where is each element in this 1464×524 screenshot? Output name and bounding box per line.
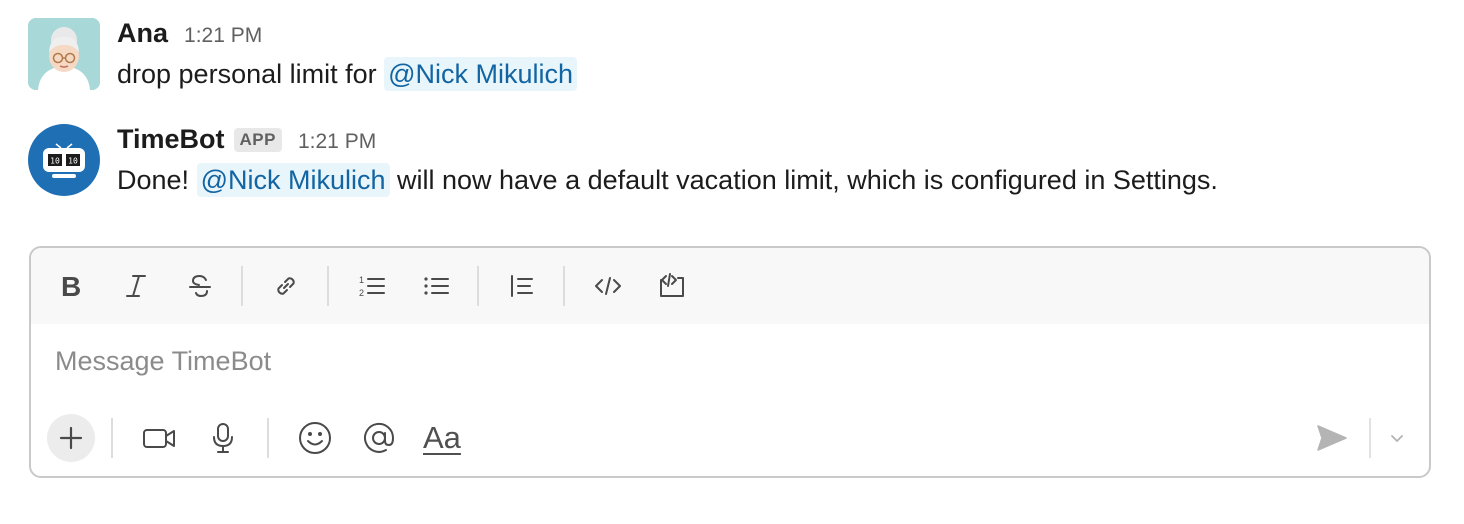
svg-text:10: 10 xyxy=(68,157,78,166)
formatting-button[interactable]: Aa xyxy=(423,418,461,458)
bulleted-list-button[interactable] xyxy=(417,267,455,305)
user-mention[interactable]: @Nick Mikulich xyxy=(196,163,390,197)
bold-button[interactable]: B xyxy=(53,267,91,305)
chevron-down-icon xyxy=(1391,435,1403,442)
emoji-icon xyxy=(299,422,331,454)
microphone-icon xyxy=(213,423,233,453)
strikethrough-button[interactable] xyxy=(181,267,219,305)
app-badge: APP xyxy=(233,128,282,152)
formatting-toolbar: B 12 xyxy=(31,248,1429,324)
video-button[interactable] xyxy=(139,418,179,458)
code-icon xyxy=(595,277,621,295)
italic-icon xyxy=(126,275,146,297)
toolbar-divider xyxy=(267,418,269,458)
send-icon xyxy=(1317,425,1347,451)
message-input[interactable]: Message TimeBot xyxy=(55,346,271,377)
message-text-before: drop personal limit for xyxy=(117,59,385,89)
code-button[interactable] xyxy=(589,267,627,305)
svg-text:10: 10 xyxy=(50,157,60,166)
sender-name[interactable]: Ana xyxy=(117,18,168,49)
attach-button[interactable] xyxy=(47,414,95,462)
bulleted-list-icon xyxy=(424,277,449,295)
message-text: Done! @Nick Mikulich will now have a def… xyxy=(117,158,1218,202)
message-text-after: will now have a default vacation limit, … xyxy=(389,165,1218,195)
code-block-icon xyxy=(660,273,684,297)
toolbar-divider xyxy=(241,266,243,306)
toolbar-divider xyxy=(477,266,479,306)
svg-text:1: 1 xyxy=(359,275,364,285)
timestamp[interactable]: 1:21 PM xyxy=(184,24,262,48)
svg-text:B: B xyxy=(61,272,81,300)
bold-icon: B xyxy=(61,272,81,300)
link-icon xyxy=(277,277,295,295)
message-ana: Ana 1:21 PM drop personal limit for @Nic… xyxy=(28,18,578,96)
toolbar-divider xyxy=(563,266,565,306)
sender-name[interactable]: TimeBot xyxy=(117,124,225,155)
toolbar-divider xyxy=(327,266,329,306)
toolbar-divider xyxy=(111,418,113,458)
timestamp[interactable]: 1:21 PM xyxy=(298,130,376,154)
send-controls xyxy=(1313,418,1409,458)
user-mention[interactable]: @Nick Mikulich xyxy=(384,57,578,91)
avatar-timebot[interactable]: 10 10 xyxy=(28,124,100,196)
blockquote-button[interactable] xyxy=(503,267,541,305)
italic-button[interactable] xyxy=(117,267,155,305)
blockquote-icon xyxy=(511,275,533,297)
link-button[interactable] xyxy=(267,267,305,305)
plus-icon xyxy=(59,426,83,450)
message-text-before: Done! xyxy=(117,165,197,195)
svg-text:2: 2 xyxy=(359,288,364,298)
emoji-button[interactable] xyxy=(295,418,335,458)
message-text: drop personal limit for @Nick Mikulich xyxy=(117,52,578,96)
send-options-button[interactable] xyxy=(1385,426,1409,450)
send-divider xyxy=(1369,418,1371,458)
strikethrough-icon xyxy=(189,274,211,298)
send-button[interactable] xyxy=(1313,419,1351,457)
composer-actions: Aa xyxy=(47,414,485,462)
message-composer: B 12 Message TimeBot Aa xyxy=(29,246,1431,478)
mention-icon xyxy=(364,422,395,453)
avatar-ana[interactable] xyxy=(28,18,100,90)
code-block-button[interactable] xyxy=(653,267,691,305)
mention-button[interactable] xyxy=(359,418,399,458)
video-icon xyxy=(143,429,175,448)
message-timebot: 10 10 TimeBot APP 1:21 PM Done! @Nick Mi… xyxy=(28,124,1218,202)
microphone-button[interactable] xyxy=(203,418,243,458)
formatting-icon: Aa xyxy=(423,420,461,455)
ordered-list-button[interactable]: 12 xyxy=(353,267,391,305)
ordered-list-icon: 12 xyxy=(359,275,385,298)
